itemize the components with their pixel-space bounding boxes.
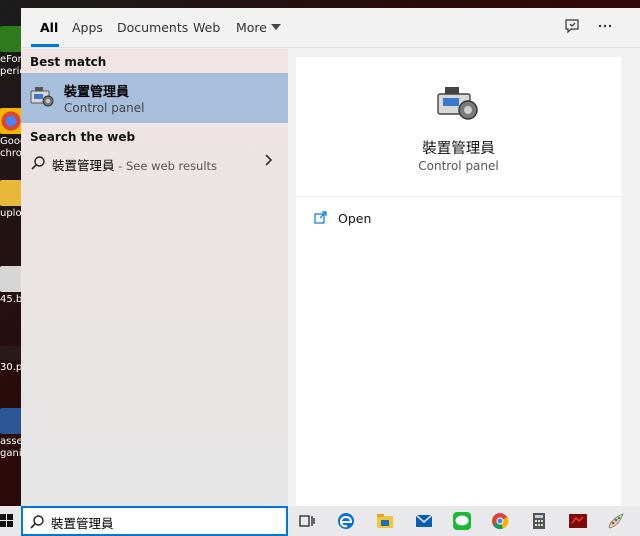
preview-pane: 裝置管理員 Control panel Open xyxy=(296,57,621,506)
app-icon[interactable] xyxy=(568,511,588,531)
search-panel: All Apps Documents Web More Best match 裝… xyxy=(21,8,640,506)
desktop-shortcut-label: uploa xyxy=(0,208,22,219)
search-icon xyxy=(30,155,46,171)
desktop-shortcut-label: 45.b xyxy=(0,294,22,305)
web-search-result[interactable]: 裝置管理員 - See web results xyxy=(21,149,288,177)
best-match-heading: Best match xyxy=(30,55,107,69)
desktop-shortcut[interactable]: asse ganic xyxy=(0,408,22,460)
line-app-icon[interactable] xyxy=(452,511,472,531)
best-match-result[interactable]: 裝置管理員 Control panel xyxy=(21,73,288,123)
image-file-icon xyxy=(0,266,22,292)
desktop-shortcut-label: Goog xyxy=(0,136,22,147)
caret-down-icon xyxy=(271,24,281,30)
web-result-suffix: - See web results xyxy=(114,159,218,173)
open-action-label: Open xyxy=(338,211,372,226)
filter-tabs: All Apps Documents Web More xyxy=(21,8,640,48)
desktop-shortcut[interactable]: uploa xyxy=(0,180,22,220)
device-manager-icon xyxy=(29,85,55,109)
desktop-shortcut-label: perie xyxy=(0,66,22,77)
desktop-shortcut-label: 30.pn xyxy=(0,362,22,373)
desktop-shortcut-label: chron xyxy=(0,148,22,159)
preview-subtitle: Control panel xyxy=(418,159,499,173)
desktop-shortcut[interactable]: 45.b xyxy=(0,266,22,306)
ellipsis-icon[interactable] xyxy=(595,18,615,38)
chrome-icon[interactable] xyxy=(490,511,510,531)
file-explorer-icon[interactable] xyxy=(375,511,395,531)
image-file-icon xyxy=(0,346,22,360)
nvidia-icon xyxy=(0,26,22,52)
tab-more[interactable]: More xyxy=(236,20,281,35)
feedback-icon[interactable] xyxy=(562,18,582,38)
tab-web[interactable]: Web xyxy=(193,20,220,35)
tab-apps[interactable]: Apps xyxy=(72,20,103,35)
windows-start-icon[interactable] xyxy=(0,514,14,528)
open-icon xyxy=(314,210,328,224)
active-tab-indicator xyxy=(31,44,59,47)
edge-browser-icon[interactable] xyxy=(336,511,356,531)
folder-icon xyxy=(0,180,22,206)
desktop-shortcut[interactable]: Goog chron xyxy=(0,108,22,160)
paint-icon[interactable] xyxy=(606,511,626,531)
desktop-shortcut-label: ganic xyxy=(0,448,22,459)
device-manager-icon xyxy=(435,83,481,123)
desktop-shortcut-label: eFor xyxy=(0,54,22,65)
results-list: Best match 裝置管理員 Control panel Search th… xyxy=(21,49,288,506)
preview-title: 裝置管理員 xyxy=(422,141,495,157)
best-match-subtitle: Control panel xyxy=(64,101,145,115)
calculator-icon[interactable] xyxy=(529,511,549,531)
tab-documents[interactable]: Documents xyxy=(117,20,188,35)
tab-all[interactable]: All xyxy=(40,20,58,35)
chrome-icon xyxy=(0,108,22,134)
desktop-shortcut-label: asse xyxy=(0,436,22,447)
search-input[interactable] xyxy=(51,513,281,531)
desktop-shortcut[interactable]: eFor perie xyxy=(0,26,22,78)
task-view-icon[interactable] xyxy=(297,511,317,531)
search-icon xyxy=(29,514,45,530)
chevron-right-icon[interactable] xyxy=(263,152,275,172)
preview-header: 裝置管理員 Control panel xyxy=(296,57,621,197)
word-document-icon xyxy=(0,408,22,434)
taskbar xyxy=(0,506,640,536)
taskbar-search-box[interactable] xyxy=(21,506,288,536)
web-result-label: 裝置管理員 - See web results xyxy=(52,155,217,174)
best-match-title: 裝置管理員 xyxy=(64,85,130,100)
web-result-query: 裝置管理員 xyxy=(52,158,115,173)
mail-icon[interactable] xyxy=(414,511,434,531)
search-web-heading: Search the web xyxy=(30,130,136,144)
tab-more-label: More xyxy=(236,20,267,35)
desktop-shortcut[interactable]: 30.pn xyxy=(0,346,22,374)
